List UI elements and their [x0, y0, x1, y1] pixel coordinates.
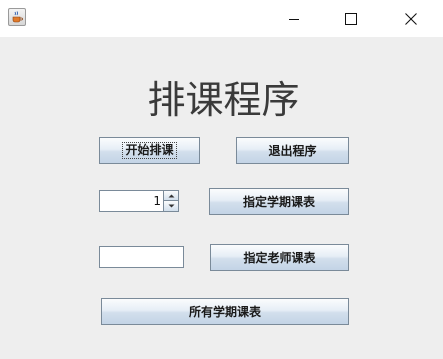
- title-bar: [0, 0, 443, 37]
- close-icon: [405, 12, 417, 25]
- page-title: 排课程序: [147, 78, 300, 122]
- term-schedule-label: 指定学期课表: [242, 195, 315, 209]
- teacher-schedule-label: 指定老师课表: [243, 251, 316, 265]
- start-scheduling-button[interactable]: 开始排课: [99, 137, 200, 164]
- minimize-icon: [289, 18, 299, 20]
- term-spinner[interactable]: 1: [99, 190, 179, 212]
- start-scheduling-label: 开始排课: [122, 142, 177, 159]
- close-button[interactable]: [388, 0, 434, 37]
- spinner-down-button[interactable]: [163, 201, 178, 211]
- term-schedule-button[interactable]: 指定学期课表: [209, 188, 349, 215]
- arrow-up-icon: [168, 194, 174, 197]
- term-spinner-value[interactable]: 1: [100, 191, 163, 211]
- spinner-up-button[interactable]: [163, 191, 178, 201]
- exit-program-button[interactable]: 退出程序: [236, 137, 349, 164]
- maximize-button[interactable]: [328, 0, 374, 37]
- exit-program-label: 退出程序: [268, 144, 317, 158]
- all-schedules-label: 所有学期课表: [188, 305, 261, 319]
- java-cup-icon: [8, 8, 26, 26]
- minimize-button[interactable]: [271, 0, 317, 37]
- arrow-down-icon: [168, 204, 174, 208]
- teacher-schedule-button[interactable]: 指定老师课表: [210, 244, 349, 271]
- all-schedules-button[interactable]: 所有学期课表: [101, 298, 349, 325]
- teacher-name-input[interactable]: [99, 246, 184, 268]
- maximize-icon: [345, 12, 357, 25]
